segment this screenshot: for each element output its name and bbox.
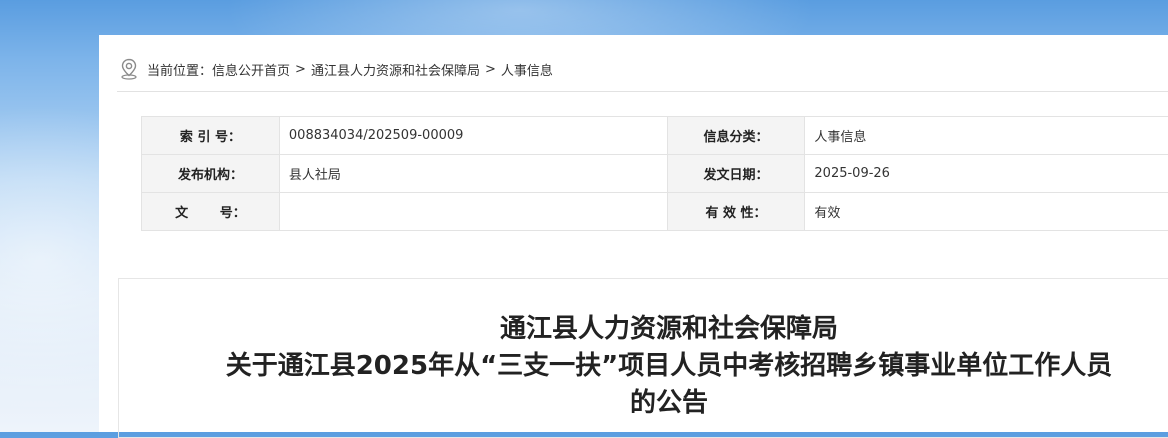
article-content-box: 通江县人力资源和社会保障局 关于通江县2025年从“三支一扶”项目人员中考核招聘… — [118, 278, 1168, 438]
index-number-value: 008834034/202509-00009 — [279, 117, 667, 155]
table-row: 文 号： 有 效 性： 有效 — [142, 193, 1168, 231]
breadcrumb-home-link[interactable]: 信息公开首页 — [212, 60, 290, 79]
table-row: 索 引 号： 008834034/202509-00009 信息分类： 人事信息 — [142, 117, 1168, 155]
article-title-line: 的公告 — [119, 385, 1168, 422]
validity-value: 有效 — [805, 193, 1168, 231]
validity-label: 有 效 性： — [667, 193, 805, 231]
publisher-value: 县人社局 — [279, 155, 667, 193]
issue-date-label: 发文日期： — [667, 155, 805, 193]
document-metadata-table: 索 引 号： 008834034/202509-00009 信息分类： 人事信息… — [141, 116, 1168, 231]
issue-date-value: 2025-09-26 — [805, 155, 1168, 193]
location-pin-icon — [119, 58, 139, 80]
article-title-line: 通江县人力资源和社会保障局 — [119, 311, 1168, 348]
table-row: 发布机构： 县人社局 发文日期： 2025-09-26 — [142, 155, 1168, 193]
document-number-label: 文 号： — [142, 193, 280, 231]
publisher-label: 发布机构： — [142, 155, 280, 193]
breadcrumb: 当前位置： 信息公开首页 > 通江县人力资源和社会保障局 > 人事信息 — [119, 57, 553, 81]
category-label: 信息分类： — [667, 117, 805, 155]
document-number-value — [279, 193, 667, 231]
breadcrumb-separator: > — [485, 62, 496, 77]
content-panel: 当前位置： 信息公开首页 > 通江县人力资源和社会保障局 > 人事信息 索 引 … — [99, 35, 1168, 432]
breadcrumb-divider — [117, 91, 1168, 92]
breadcrumb-personnel-link[interactable]: 人事信息 — [501, 60, 553, 79]
breadcrumb-prefix: 当前位置： — [147, 60, 212, 79]
article-title: 通江县人力资源和社会保障局 关于通江县2025年从“三支一扶”项目人员中考核招聘… — [119, 311, 1168, 422]
breadcrumb-separator: > — [295, 62, 306, 77]
index-number-label: 索 引 号： — [142, 117, 280, 155]
category-value: 人事信息 — [805, 117, 1168, 155]
article-title-line: 关于通江县2025年从“三支一扶”项目人员中考核招聘乡镇事业单位工作人员 — [119, 348, 1168, 385]
breadcrumb-bureau-link[interactable]: 通江县人力资源和社会保障局 — [311, 60, 480, 79]
